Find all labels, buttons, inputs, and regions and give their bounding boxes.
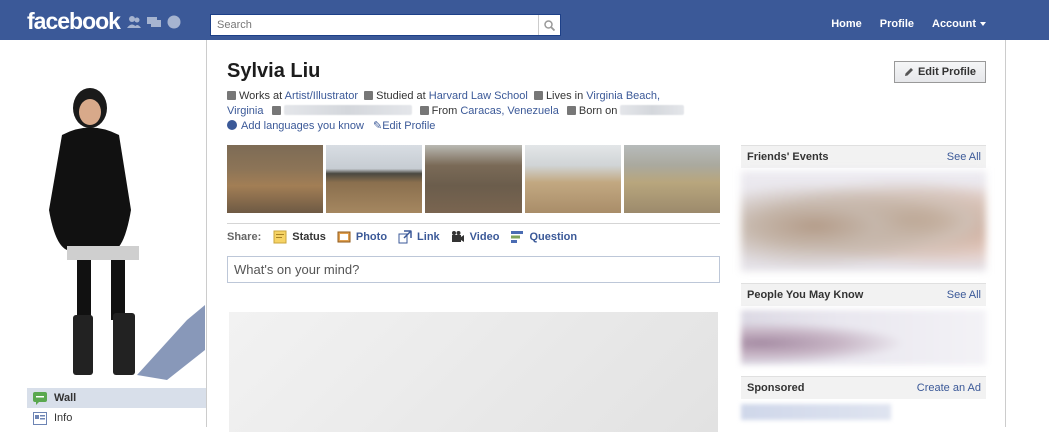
photo-icon [337,231,351,243]
house-icon [533,91,543,100]
current-city-link-a[interactable]: Virginia Beach, [586,90,660,102]
current-city-link-b[interactable]: Virginia [227,105,264,117]
lives-prefix: Lives in [545,90,584,102]
employer-link[interactable]: Artist/Illustrator [285,90,358,102]
profile-info: Works at Artist/Illustrator Studied at H… [227,89,717,119]
left-nav: Wall Info [27,388,206,428]
hometown-icon [419,106,429,115]
search-button[interactable] [538,15,560,35]
profile-name: Sylvia Liu [227,60,321,82]
share-link-tab[interactable]: Link [398,230,440,244]
share-photo-tab[interactable]: Photo [337,230,387,244]
photo-strip [227,145,721,213]
top-nav: Home Profile Account [822,18,995,30]
photo-thumbnail[interactable] [227,145,324,213]
blurred-people-content [741,310,986,365]
account-menu[interactable]: Account [923,18,995,30]
content-border-right [1005,40,1006,427]
info-card-icon [33,411,47,425]
friend-requests-icon[interactable] [127,15,141,29]
friends-events-title: Friends' Events [747,151,829,163]
photo-thumbnail[interactable] [524,145,621,213]
briefcase-icon [227,91,236,100]
pencil-icon: ✎ [373,120,383,132]
heart-icon [271,106,281,115]
sponsored-title: Sponsored [747,382,805,394]
video-camera-icon [451,231,464,242]
pymk-see-all[interactable]: See All [947,289,981,301]
link-icon [398,230,412,244]
sponsored-box: Sponsored Create an Ad [741,376,986,420]
notifications-globe-icon[interactable] [167,15,181,29]
wall-post-image[interactable] [229,312,718,432]
left-nav-label: Info [54,412,73,424]
pymk-header: People You May Know See All [741,283,986,306]
profile-link[interactable]: Profile [871,18,923,30]
from-prefix: From [431,105,458,117]
status-composer-input[interactable]: What's on your mind? [227,256,720,283]
blurred-events-content [741,171,986,271]
divider [227,223,720,224]
share-video-tab[interactable]: Video [451,230,500,244]
share-status-label: Status [292,231,326,243]
create-an-ad-link[interactable]: Create an Ad [917,382,981,394]
redacted-birthday [620,105,685,115]
share-photo-label: Photo [355,231,388,243]
works-prefix: Works at [239,90,283,102]
home-link[interactable]: Home [822,18,871,30]
edit-profile-button[interactable]: Edit Profile [894,61,986,83]
add-languages-link[interactable]: Add languages you know [241,120,364,132]
left-nav-wall[interactable]: Wall [27,388,206,408]
redacted-relationship [283,105,412,115]
left-nav-info[interactable]: Info [27,408,206,428]
search-icon [544,19,555,31]
friends-events-see-all[interactable]: See All [947,151,981,163]
profile-picture[interactable] [27,80,205,380]
question-poll-icon [511,231,524,243]
friends-events-box: Friends' Events See All [741,145,986,271]
share-status-tab[interactable]: Status [273,230,326,244]
messages-icon[interactable] [147,15,161,29]
friends-events-header: Friends' Events See All [741,145,986,168]
content-border-left [206,40,207,427]
blurred-ad-title [741,404,891,420]
search-input[interactable] [211,15,538,35]
graduation-cap-icon [364,91,374,100]
calendar-icon [566,106,576,115]
search-box [210,14,561,36]
notification-jewels [127,15,181,29]
photo-thumbnail[interactable] [326,145,423,213]
chevron-down-icon [980,22,986,27]
share-link-label: Link [417,231,440,243]
share-video-label: Video [469,231,500,243]
status-note-icon [273,230,287,244]
born-prefix: Born on [578,105,618,117]
profile-actions: Add languages you know ✎Edit Profile [227,119,435,132]
account-label: Account [932,18,976,30]
left-nav-label: Wall [54,392,77,404]
facebook-logo[interactable]: facebook [27,8,121,35]
share-bar: Share: Status Photo Link Video Question [227,230,588,244]
share-label: Share: [227,231,262,243]
sponsored-header: Sponsored Create an Ad [741,376,986,399]
edit-profile-link[interactable]: Edit Profile [382,120,435,132]
globe-icon [227,120,237,130]
share-question-label: Question [529,231,578,243]
pencil-icon [904,68,913,76]
pymk-title: People You May Know [747,289,864,301]
photo-thumbnail[interactable] [623,145,721,213]
top-bar: facebook Home Profile Account [0,0,1049,40]
share-question-tab[interactable]: Question [510,230,577,244]
edit-profile-label: Edit Profile [917,66,977,78]
photo-thumbnail[interactable] [425,145,522,213]
wall-speech-bubble-icon [33,391,47,405]
studied-prefix: Studied at [376,90,426,102]
hometown-link[interactable]: Caracas, Venezuela [460,105,558,117]
people-you-may-know-box: People You May Know See All [741,283,986,365]
school-link[interactable]: Harvard Law School [429,90,528,102]
